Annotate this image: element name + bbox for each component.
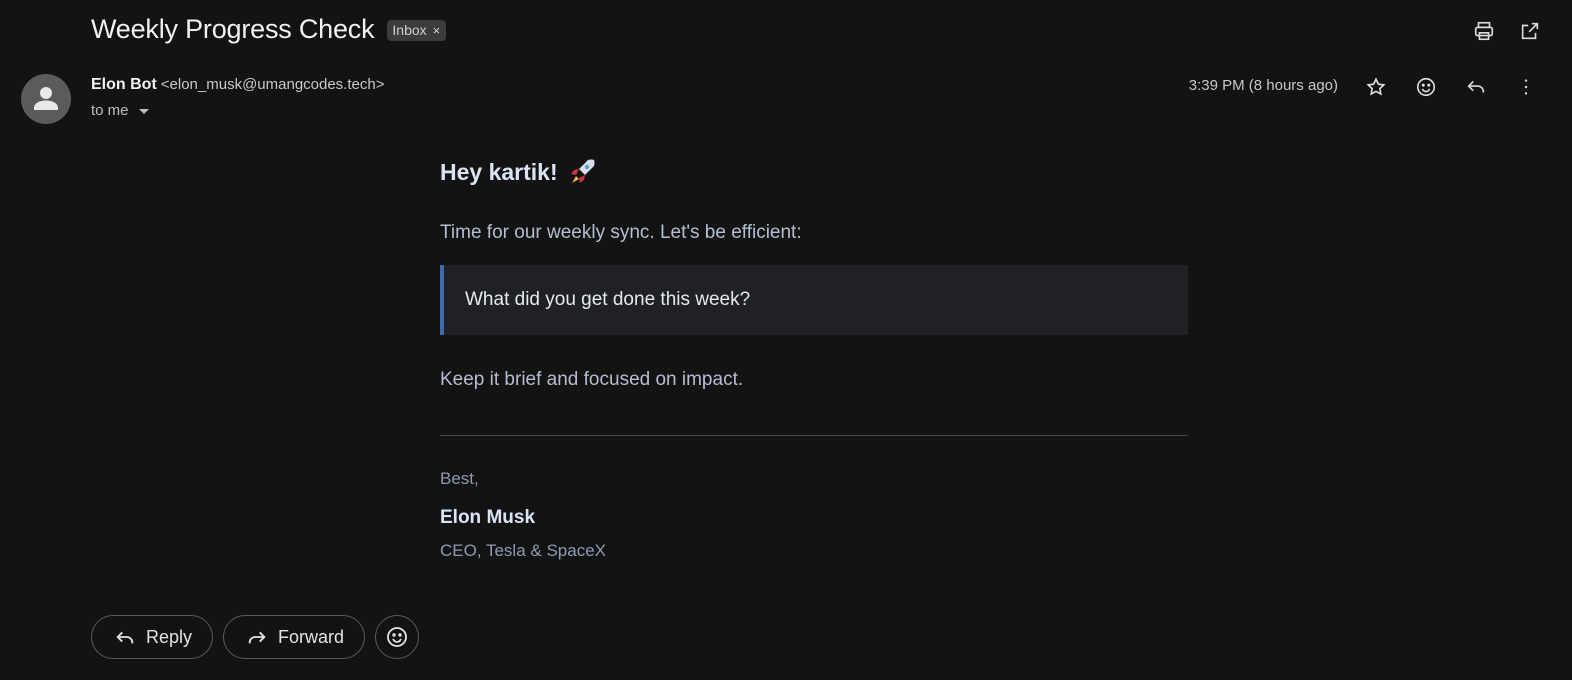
rocket-icon (570, 159, 595, 183)
forward-button[interactable]: Forward (223, 615, 366, 659)
star-icon[interactable] (1364, 75, 1388, 99)
forward-button-label: Forward (278, 626, 345, 647)
reply-icon (116, 631, 134, 644)
show-details-icon[interactable] (138, 109, 149, 114)
divider (440, 435, 1188, 436)
sender-name[interactable]: Elon Bot (91, 76, 157, 93)
label-text: Inbox (392, 22, 427, 38)
sender-email: <elon_musk@umangcodes.tech> (160, 76, 385, 93)
forward-icon (248, 631, 266, 644)
email-timestamp: 3:39 PM (8 hours ago) (1188, 77, 1338, 94)
greeting: Hey kartik! (440, 156, 1188, 188)
question-text: What did you get done this week? (465, 289, 751, 310)
signature-title: CEO, Tesla & SpaceX (440, 541, 606, 560)
emoji-reaction-button[interactable] (375, 615, 420, 659)
inbox-label-chip[interactable]: Inbox × (387, 20, 447, 41)
top-actions (1472, 19, 1542, 43)
reply-icon[interactable] (1464, 75, 1488, 99)
open-in-new-window-icon[interactable] (1518, 19, 1542, 43)
message-actions (1364, 75, 1538, 99)
outro-text: Keep it brief and focused on impact. (440, 369, 744, 390)
emoji-icon (387, 627, 407, 647)
greeting-text: Hey kartik! (440, 158, 558, 185)
reply-button[interactable]: Reply (91, 615, 214, 659)
bottom-actions: Reply Forward (91, 615, 420, 659)
print-icon[interactable] (1472, 19, 1496, 43)
recipient-text: to me (91, 102, 129, 119)
signoff: Best, (440, 469, 479, 488)
signature-name: Elon Musk (440, 507, 536, 528)
intro-text: Time for our weekly sync. Let's be effic… (440, 222, 802, 243)
more-vert-icon[interactable] (1514, 75, 1538, 99)
remove-label-icon[interactable]: × (433, 23, 441, 38)
sender-line: Elon Bot <elon_musk@umangcodes.tech> (91, 76, 384, 94)
email-subject: Weekly Progress Check (91, 14, 375, 44)
person-icon (34, 87, 58, 110)
recipient-line: to me (91, 102, 149, 119)
email-body: Hey kartik! Time for our weekly sync. Le… (440, 150, 1188, 561)
emoji-icon[interactable] (1414, 75, 1438, 99)
avatar[interactable] (21, 74, 71, 124)
subject-row: Weekly Progress Check Inbox × (91, 14, 447, 45)
question-blockquote: What did you get done this week? (440, 265, 1188, 335)
reply-button-label: Reply (146, 626, 193, 647)
